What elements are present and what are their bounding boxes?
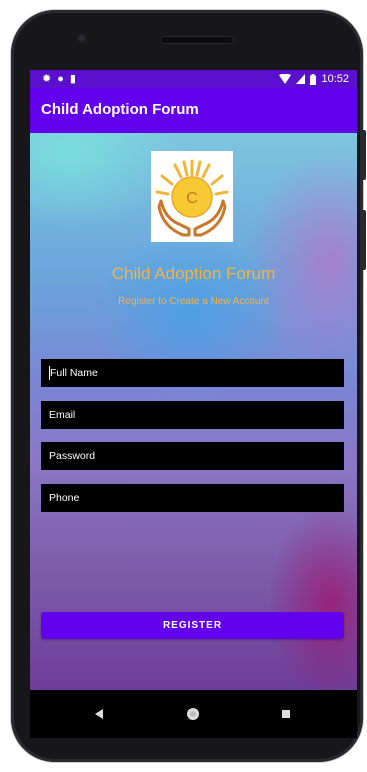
full-name-field[interactable]: Full Name	[41, 359, 344, 387]
recents-button[interactable]	[266, 690, 306, 738]
gear-icon: ✹	[42, 73, 52, 85]
device-screen: ✹ ● ▮ 10:52 Child Adoption Forum C Child…	[30, 70, 357, 690]
back-button[interactable]	[80, 690, 120, 738]
sd-card-icon: ▮	[69, 73, 76, 85]
signal-icon	[296, 74, 306, 84]
home-icon	[187, 708, 199, 720]
svg-text:C: C	[186, 190, 198, 207]
power-button	[362, 210, 366, 270]
app-bar-title: Child Adoption Forum	[41, 101, 199, 118]
circle-icon: ●	[57, 73, 64, 85]
phone-placeholder: Phone	[49, 492, 80, 504]
app-bar: Child Adoption Forum	[30, 88, 357, 133]
register-screen: C Child Adoption Forum Register to Creat…	[30, 133, 357, 690]
app-logo: C	[151, 151, 233, 242]
full-name-placeholder: Full Name	[50, 367, 98, 379]
volume-button	[362, 130, 366, 180]
app-name-heading: Child Adoption Forum	[111, 264, 276, 283]
back-icon	[95, 709, 103, 719]
battery-icon	[310, 73, 317, 85]
status-icons-left: ✹ ● ▮	[42, 72, 76, 86]
status-bar: ✹ ● ▮ 10:52	[30, 70, 357, 88]
password-field[interactable]: Password	[41, 442, 344, 470]
email-placeholder: Email	[49, 409, 76, 421]
register-subtitle: Register to Create a New Account	[118, 296, 269, 307]
sun-hands-logo-icon: C	[155, 159, 229, 237]
recents-icon	[282, 710, 290, 718]
navigation-bar	[30, 690, 357, 738]
email-field[interactable]: Email	[41, 401, 344, 429]
password-placeholder: Password	[49, 450, 96, 462]
phone-field[interactable]: Phone	[41, 484, 344, 512]
home-button[interactable]	[173, 690, 213, 738]
register-button[interactable]: REGISTER	[41, 612, 344, 639]
front-camera	[77, 33, 87, 43]
wifi-icon	[279, 74, 292, 84]
status-time: 10:52	[321, 73, 349, 85]
status-icons-right: 10:52	[279, 72, 349, 86]
earpiece-speaker	[160, 36, 234, 44]
